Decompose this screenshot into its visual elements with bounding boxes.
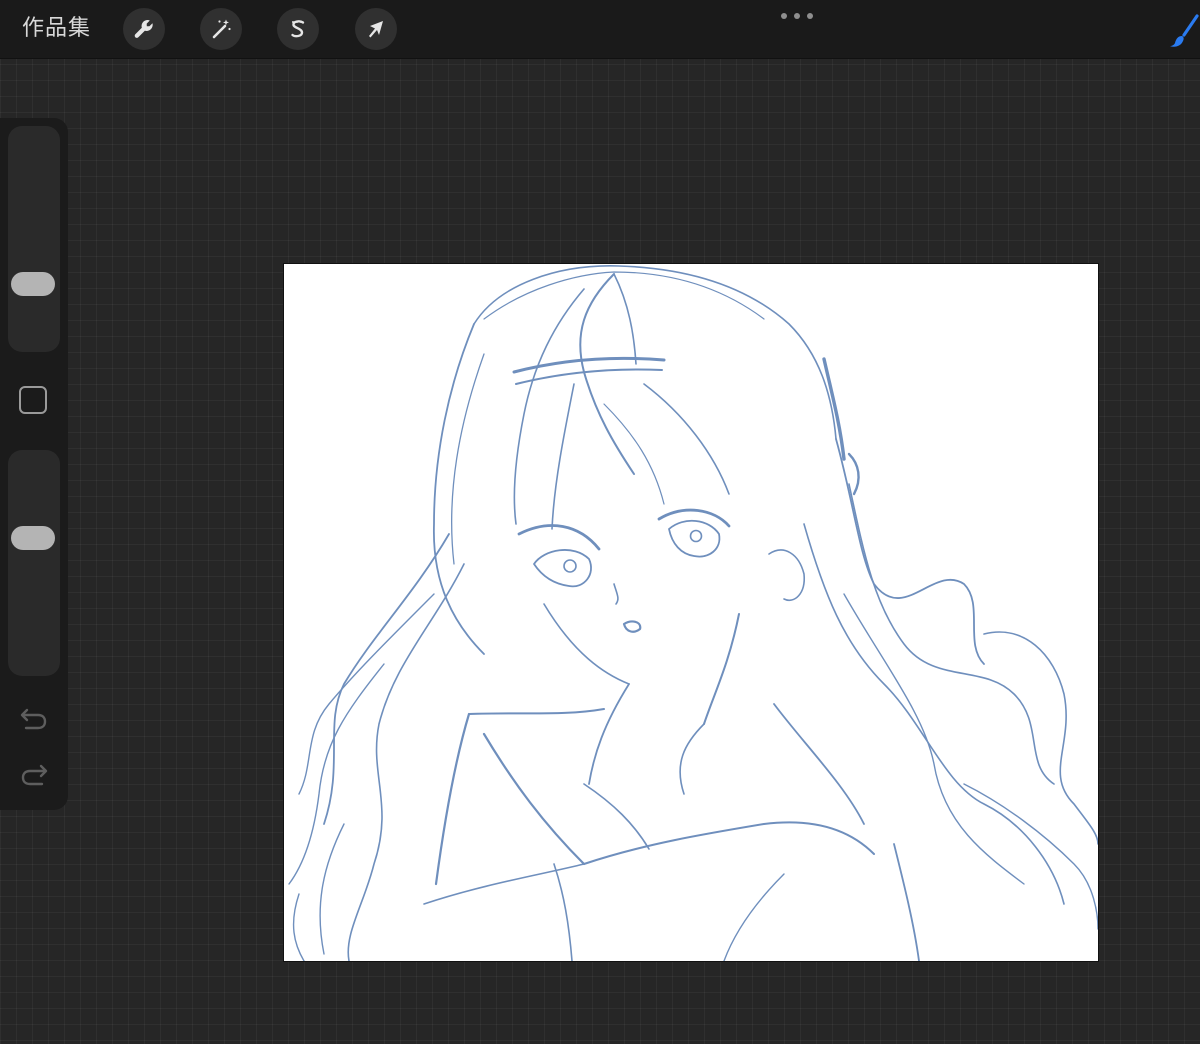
wrench-icon xyxy=(134,20,153,38)
brush-size-thumb[interactable] xyxy=(11,272,55,296)
more-dots-icon[interactable] xyxy=(781,10,813,22)
selection-button[interactable] xyxy=(277,8,319,50)
actions-button[interactable] xyxy=(123,8,165,50)
sketch-artwork xyxy=(288,265,1098,961)
arrow-cursor-icon xyxy=(369,21,383,38)
brush-button[interactable] xyxy=(1164,10,1200,50)
magic-wand-icon xyxy=(212,19,231,39)
brush-icon xyxy=(1170,14,1199,47)
redo-button[interactable] xyxy=(18,762,50,790)
dot xyxy=(781,13,787,19)
brush-size-slider[interactable] xyxy=(8,126,60,352)
procreate-app: 作品集 xyxy=(0,0,1200,1044)
adjustments-button[interactable] xyxy=(200,8,242,50)
dot xyxy=(794,13,800,19)
drawing-canvas[interactable] xyxy=(284,264,1098,961)
selection-s-icon xyxy=(291,20,305,38)
redo-icon xyxy=(21,764,48,786)
left-sidebar xyxy=(0,118,68,810)
undo-icon xyxy=(20,708,47,730)
gallery-button[interactable]: 作品集 xyxy=(22,14,91,44)
opacity-slider[interactable] xyxy=(8,450,60,676)
top-toolbar: 作品集 xyxy=(0,0,1200,59)
dot xyxy=(807,13,813,19)
transform-button[interactable] xyxy=(355,8,397,50)
undo-button[interactable] xyxy=(18,706,50,734)
modify-button[interactable] xyxy=(19,386,47,414)
opacity-thumb[interactable] xyxy=(11,526,55,550)
